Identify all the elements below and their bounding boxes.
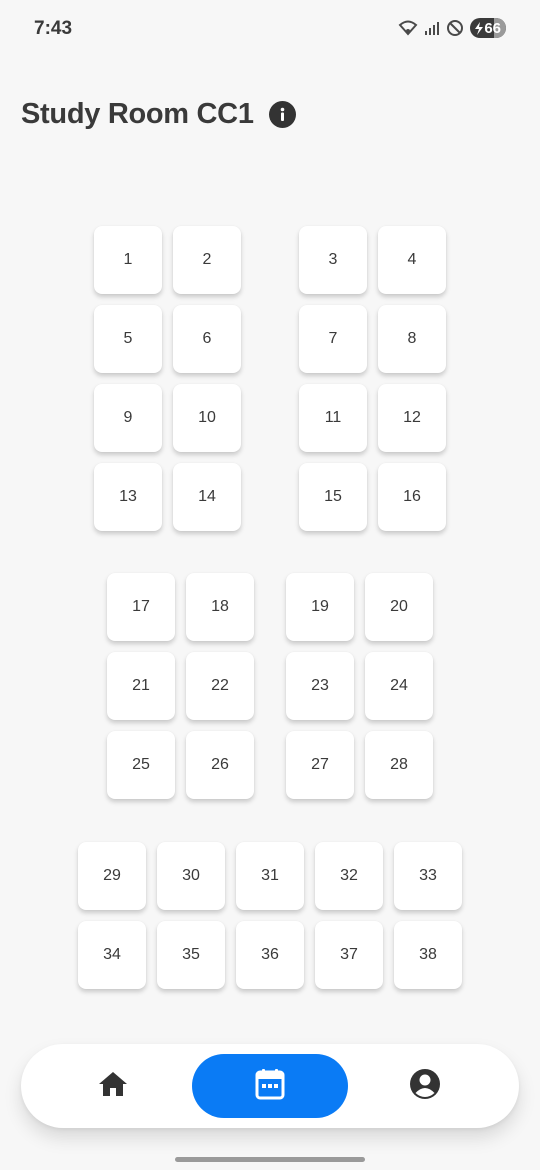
seat-28[interactable]: 28 (365, 731, 433, 799)
profile-icon (409, 1068, 441, 1105)
nav-home-button[interactable] (73, 1054, 153, 1118)
seat-19[interactable]: 19 (286, 573, 354, 641)
wifi-icon (398, 20, 418, 36)
seat-29[interactable]: 29 (78, 842, 146, 910)
do-not-disturb-icon (446, 19, 464, 37)
seat-20[interactable]: 20 (365, 573, 433, 641)
battery-level: 66 (484, 19, 501, 37)
seat-26[interactable]: 26 (186, 731, 254, 799)
seat-1[interactable]: 1 (94, 226, 162, 294)
calendar-icon (255, 1068, 285, 1105)
seat-37[interactable]: 37 (315, 921, 383, 989)
seat-16[interactable]: 16 (378, 463, 446, 531)
battery-bolt-icon (474, 21, 484, 35)
seat-6[interactable]: 6 (173, 305, 241, 373)
seat-14[interactable]: 14 (173, 463, 241, 531)
home-indicator[interactable] (175, 1157, 365, 1162)
seat-35[interactable]: 35 (157, 921, 225, 989)
seat-34[interactable]: 34 (78, 921, 146, 989)
seat-27[interactable]: 27 (286, 731, 354, 799)
nav-booking-button[interactable] (192, 1054, 348, 1118)
status-icons: 66 (398, 18, 506, 38)
seat-18[interactable]: 18 (186, 573, 254, 641)
seat-30[interactable]: 30 (157, 842, 225, 910)
seat-36[interactable]: 36 (236, 921, 304, 989)
seat-13[interactable]: 13 (94, 463, 162, 531)
seat-2[interactable]: 2 (173, 226, 241, 294)
seat-12[interactable]: 12 (378, 384, 446, 452)
signal-icon (424, 20, 440, 36)
home-icon (98, 1070, 128, 1103)
seat-5[interactable]: 5 (94, 305, 162, 373)
seat-22[interactable]: 22 (186, 652, 254, 720)
battery-charging-icon: 66 (470, 18, 506, 38)
seat-11[interactable]: 11 (299, 384, 367, 452)
info-icon[interactable] (268, 101, 296, 128)
seat-9[interactable]: 9 (94, 384, 162, 452)
seat-17[interactable]: 17 (107, 573, 175, 641)
seat-8[interactable]: 8 (378, 305, 446, 373)
status-time: 7:43 (34, 18, 73, 39)
seat-25[interactable]: 25 (107, 731, 175, 799)
seat-32[interactable]: 32 (315, 842, 383, 910)
seat-24[interactable]: 24 (365, 652, 433, 720)
seat-3[interactable]: 3 (299, 226, 367, 294)
seat-23[interactable]: 23 (286, 652, 354, 720)
seat-10[interactable]: 10 (173, 384, 241, 452)
page-title: Study Room CC1 (21, 98, 254, 130)
seat-4[interactable]: 4 (378, 226, 446, 294)
seat-15[interactable]: 15 (299, 463, 367, 531)
seat-31[interactable]: 31 (236, 842, 304, 910)
nav-profile-button[interactable] (385, 1054, 465, 1118)
status-bar: 7:43 66 (0, 0, 540, 58)
bottom-nav (21, 1044, 519, 1128)
seat-33[interactable]: 33 (394, 842, 462, 910)
seat-38[interactable]: 38 (394, 921, 462, 989)
seat-7[interactable]: 7 (299, 305, 367, 373)
seat-21[interactable]: 21 (107, 652, 175, 720)
header: Study Room CC1 (21, 98, 296, 131)
